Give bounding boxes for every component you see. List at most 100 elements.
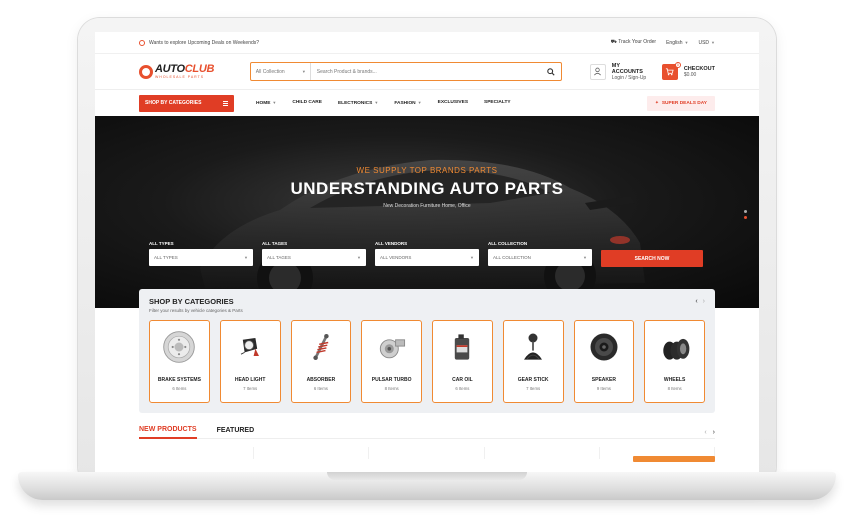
category-name: HEAD LIGHT — [234, 377, 266, 383]
tab-new-products[interactable]: NEW PRODUCTS — [139, 426, 197, 439]
category-name: ABSORBER — [306, 377, 336, 383]
search-now-button[interactable]: SEARCH NOW — [601, 250, 703, 267]
chevron-down-icon: ▼ — [684, 39, 689, 45]
wheels-icon — [655, 327, 695, 367]
category-count: 7 Items — [243, 386, 258, 391]
chevron-down-icon: ▼ — [357, 255, 361, 260]
nav-item-electronics[interactable]: ELECTRONICS ▼ — [330, 100, 386, 106]
main-nav: SHOP BY CATEGORIES HOME ▼ CHILD CARE ELEC… — [95, 90, 759, 116]
category-count: 6 Items — [172, 386, 187, 391]
chevron-right-icon[interactable]: › — [713, 429, 715, 436]
category-name: GEAR STICK — [517, 377, 549, 383]
hamburger-icon — [223, 100, 228, 106]
category-card[interactable]: WHEELS 8 Items — [644, 320, 705, 403]
chevron-left-icon[interactable]: ‹ — [695, 298, 697, 305]
search-bar: All Collection ▼ Search Product & brands… — [249, 62, 562, 81]
category-count: 6 Items — [455, 386, 470, 391]
account-title: MY ACCOUNTS — [611, 62, 643, 75]
categories-title: SHOP BY CATEGORIES — [149, 297, 234, 306]
chevron-down-icon: ▼ — [417, 100, 422, 105]
filter-label: ALL COLLECTION — [488, 241, 528, 246]
filter-label: ALL TYPES — [149, 241, 174, 246]
search-input[interactable]: Search Product & brands... — [311, 69, 541, 75]
shop-by-categories-button[interactable]: SHOP BY CATEGORIES — [139, 94, 234, 112]
clock-icon — [139, 39, 145, 46]
filter-tags-select[interactable]: ALL TAGES ▼ — [262, 249, 366, 266]
filter-label: ALL TAGES — [262, 241, 288, 246]
speaker-icon — [584, 327, 624, 367]
category-name: CAR OIL — [452, 377, 473, 383]
filter-value: ALL TYPES — [154, 255, 178, 260]
header: AUTOCLUB WHOLESALE PARTS All Collection … — [95, 54, 759, 90]
categories-button-label: SHOP BY CATEGORIES — [145, 100, 202, 106]
language-select[interactable]: English ▼ — [666, 40, 688, 46]
promo-banner-edge — [633, 456, 715, 462]
product-column — [369, 447, 485, 459]
category-count: 8 Items — [384, 386, 399, 391]
category-count: 6 Items — [313, 386, 328, 391]
category-card[interactable]: BRAKE SYSTEMS 6 Items — [149, 320, 210, 403]
currency-select[interactable]: USD ▼ — [698, 40, 715, 46]
category-card[interactable]: ABSORBER 6 Items — [290, 320, 352, 403]
category-card[interactable]: GEAR STICK 7 Items — [502, 320, 564, 403]
product-column — [485, 447, 600, 459]
chevron-left-icon[interactable]: ‹ — [704, 429, 706, 436]
hero-title: UNDERSTANDING AUTO PARTS — [290, 179, 564, 198]
logo[interactable]: AUTOCLUB WHOLESALE PARTS — [139, 61, 238, 83]
nav-item-label: ELECTRONICS — [337, 101, 373, 106]
nav-item-exclusives[interactable]: EXCLUSIVES — [430, 100, 476, 106]
laptop-notch — [327, 472, 527, 480]
filter-bar: ALL TYPES ALL TYPES ▼ ALL TAGES ALL TAGES… — [149, 241, 703, 267]
category-count: 8 Items — [667, 386, 682, 391]
logo-brand-part2: CLUB — [184, 62, 215, 75]
category-card[interactable]: PULSAR TURBO 8 Items — [361, 320, 422, 403]
wheel-logo-icon — [139, 64, 153, 79]
category-count: 7 Items — [526, 386, 541, 391]
screen: Wants to explore Upcoming Deals on Weeke… — [95, 32, 759, 472]
product-column — [254, 447, 370, 459]
account-link[interactable]: MY ACCOUNTS Login / Sign-Up — [589, 62, 652, 81]
nav-item-home[interactable]: HOME ▼ — [248, 100, 284, 106]
category-card[interactable]: HEAD LIGHT 7 Items — [219, 320, 281, 403]
filter-types-select[interactable]: ALL TYPES ▼ — [149, 249, 253, 266]
nav-item-label: EXCLUSIVES — [437, 100, 469, 105]
filter-collection-select[interactable]: ALL COLLECTION ▼ — [488, 249, 592, 266]
user-icon — [589, 63, 606, 80]
chevron-down-icon: ▼ — [711, 39, 715, 45]
nav-item-child-care[interactable]: CHILD CARE — [284, 100, 330, 106]
category-card[interactable]: SPEAKER 9 Items — [573, 320, 635, 403]
filter-vendors-select[interactable]: ALL VENDORS ▼ — [375, 249, 479, 266]
super-deals-button[interactable]: ✦ SUPER DEALS DAY — [646, 95, 715, 111]
filter-label: ALL VENDORS — [375, 241, 408, 246]
chevron-down-icon: ▼ — [301, 69, 306, 74]
slider-dot[interactable] — [744, 210, 747, 213]
account-subtitle: Login / Sign-Up — [611, 74, 647, 81]
brake-disc-icon — [159, 327, 199, 367]
chevron-down-icon: ▼ — [470, 255, 474, 260]
slider-dot-active[interactable] — [744, 216, 747, 219]
chevron-right-icon[interactable]: › — [703, 298, 705, 305]
products-section: NEW PRODUCTS FEATURED ‹ › — [139, 426, 716, 462]
nav-item-specialty[interactable]: SPECIALTY — [476, 100, 519, 106]
tab-featured[interactable]: FEATURED — [217, 427, 255, 438]
checkout-link[interactable]: 0 CHECKOUT $0.00 — [661, 61, 715, 80]
search-category-value: All Collection — [255, 68, 285, 75]
search-icon[interactable] — [541, 67, 561, 76]
categories-panel: SHOP BY CATEGORIES ‹ › Filter your resul… — [139, 289, 715, 413]
nav-item-fashion[interactable]: FASHION ▼ — [386, 100, 429, 106]
category-name: SPEAKER — [591, 377, 616, 383]
search-category-select[interactable]: All Collection ▼ — [251, 63, 311, 80]
turbo-icon — [372, 327, 412, 367]
filter-value: ALL COLLECTION — [493, 255, 531, 260]
track-order-link[interactable]: ⛟ Track Your Order — [611, 39, 657, 46]
category-card[interactable]: CAR OIL 6 Items — [432, 320, 493, 403]
category-name: WHEELS — [663, 377, 686, 383]
tag-icon: ✦ — [654, 100, 659, 106]
hero-banner: WE SUPPLY TOP BRANDS PARTS UNDERSTANDING… — [95, 116, 759, 308]
hero-description: New Decoration Furniture Home, Office — [383, 203, 471, 209]
slider-dots — [744, 210, 747, 219]
deals-label: SUPER DEALS DAY — [661, 100, 707, 106]
categories-subtitle: Filter your results by vehicle categorie… — [149, 308, 243, 313]
chevron-down-icon: ▼ — [374, 100, 379, 105]
logo-brand-part1: AUTO — [155, 62, 185, 75]
